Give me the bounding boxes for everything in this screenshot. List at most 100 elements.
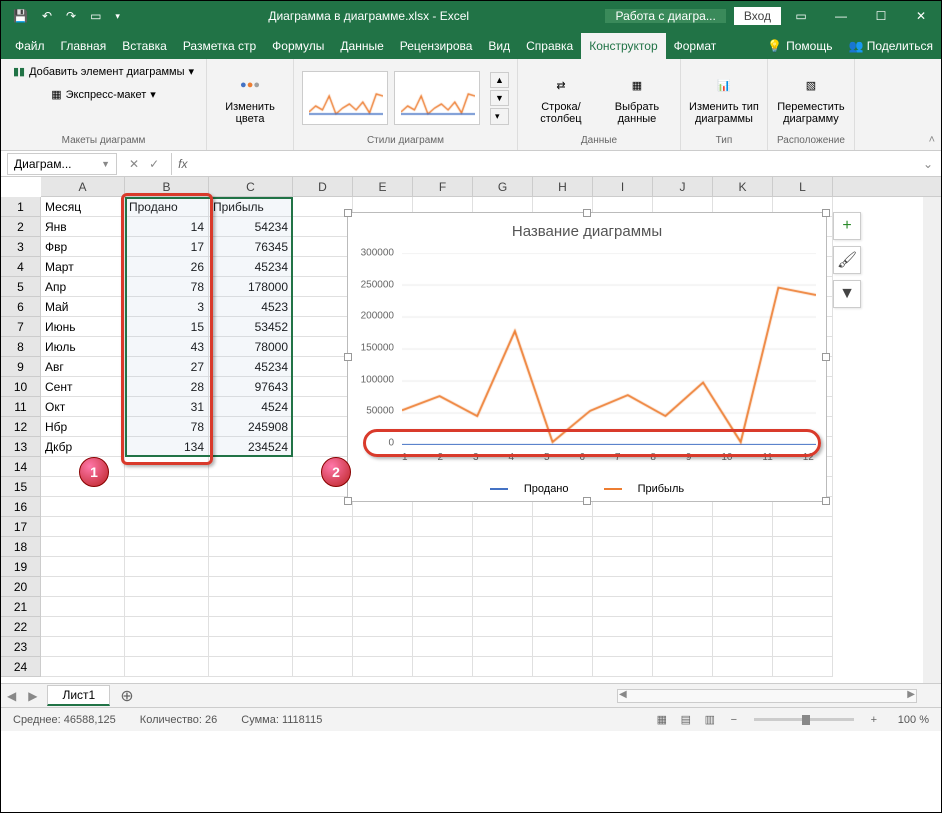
cell[interactable]: [473, 657, 533, 677]
cell[interactable]: [293, 597, 353, 617]
cell[interactable]: [41, 557, 125, 577]
cell[interactable]: 4524: [209, 397, 293, 417]
cell[interactable]: [653, 597, 713, 617]
cell[interactable]: [41, 657, 125, 677]
cell[interactable]: [473, 597, 533, 617]
cell[interactable]: 14: [125, 217, 209, 237]
cell[interactable]: 45234: [209, 257, 293, 277]
cell[interactable]: [533, 657, 593, 677]
cell[interactable]: Апр: [41, 277, 125, 297]
cell[interactable]: [125, 557, 209, 577]
row-header-1[interactable]: 1: [1, 197, 41, 217]
zoom-slider[interactable]: [754, 718, 854, 721]
cell[interactable]: [293, 617, 353, 637]
zoom-out-button[interactable]: −: [722, 714, 746, 726]
cell[interactable]: 17: [125, 237, 209, 257]
cell[interactable]: [125, 577, 209, 597]
cell[interactable]: [773, 557, 833, 577]
column-header-C[interactable]: C: [209, 177, 293, 196]
tab-help[interactable]: Справка: [518, 33, 581, 59]
collapse-ribbon-icon[interactable]: ˄: [929, 134, 935, 146]
cell[interactable]: 27: [125, 357, 209, 377]
cell[interactable]: 31: [125, 397, 209, 417]
vertical-scrollbar[interactable]: [923, 197, 941, 683]
cell[interactable]: [533, 517, 593, 537]
column-headers[interactable]: ABCDEFGHIJKL: [41, 177, 941, 197]
row-header-14[interactable]: 14: [1, 457, 41, 477]
cell[interactable]: [713, 557, 773, 577]
cell[interactable]: [473, 537, 533, 557]
worksheet-grid[interactable]: ABCDEFGHIJKL 123456789101112131415161718…: [1, 177, 941, 683]
cell[interactable]: 3: [125, 297, 209, 317]
cell[interactable]: [593, 577, 653, 597]
chart-style-2[interactable]: [394, 71, 480, 125]
cell[interactable]: 78: [125, 417, 209, 437]
cell[interactable]: [353, 517, 413, 537]
cell[interactable]: [209, 517, 293, 537]
cell[interactable]: Янв: [41, 217, 125, 237]
cell[interactable]: [293, 537, 353, 557]
touch-mode-icon[interactable]: ▭: [90, 9, 101, 23]
cell[interactable]: 245908: [209, 417, 293, 437]
cell[interactable]: [353, 577, 413, 597]
add-chart-element-button[interactable]: ▮▮Добавить элемент диаграммы ▾: [9, 63, 198, 80]
cell[interactable]: [293, 317, 353, 337]
cell[interactable]: [293, 557, 353, 577]
row-header-7[interactable]: 7: [1, 317, 41, 337]
column-header-E[interactable]: E: [353, 177, 413, 196]
cell[interactable]: [653, 557, 713, 577]
cell[interactable]: [353, 537, 413, 557]
cell[interactable]: 28: [125, 377, 209, 397]
styles-gallery-down[interactable]: ▼: [490, 90, 509, 106]
cell[interactable]: Фвр: [41, 237, 125, 257]
tab-insert[interactable]: Вставка: [114, 33, 175, 59]
share-button[interactable]: 👥 Поделиться: [840, 33, 941, 59]
cell[interactable]: [353, 637, 413, 657]
column-header-I[interactable]: I: [593, 177, 653, 196]
row-header-15[interactable]: 15: [1, 477, 41, 497]
tab-page-layout[interactable]: Разметка стр: [175, 33, 264, 59]
cell[interactable]: [473, 637, 533, 657]
cell[interactable]: [293, 657, 353, 677]
cell[interactable]: [41, 517, 125, 537]
cell[interactable]: Продано: [125, 197, 209, 217]
undo-icon[interactable]: ↶: [42, 9, 52, 23]
cell[interactable]: [293, 237, 353, 257]
cell[interactable]: [413, 537, 473, 557]
styles-gallery-more[interactable]: ▾: [490, 108, 509, 125]
cell[interactable]: [593, 637, 653, 657]
cell[interactable]: [413, 637, 473, 657]
chart-style-1[interactable]: [302, 71, 388, 125]
cell[interactable]: [773, 657, 833, 677]
cell[interactable]: [713, 657, 773, 677]
cell[interactable]: [293, 257, 353, 277]
cell[interactable]: Сент: [41, 377, 125, 397]
column-header-D[interactable]: D: [293, 177, 353, 196]
row-header-11[interactable]: 11: [1, 397, 41, 417]
select-data-button[interactable]: ▦Выбрать данные: [602, 65, 672, 131]
tell-me[interactable]: 💡Помощь: [759, 33, 840, 59]
cell[interactable]: [533, 577, 593, 597]
cell[interactable]: [533, 597, 593, 617]
cell[interactable]: [413, 557, 473, 577]
cell[interactable]: [713, 537, 773, 557]
switch-row-column-button[interactable]: ⇄Строка/ столбец: [526, 65, 596, 131]
cell[interactable]: [353, 597, 413, 617]
cell[interactable]: [473, 557, 533, 577]
styles-gallery-up[interactable]: ▲: [490, 72, 509, 88]
row-header-20[interactable]: 20: [1, 577, 41, 597]
cell[interactable]: [209, 577, 293, 597]
column-header-G[interactable]: G: [473, 177, 533, 196]
quick-layout-button[interactable]: ▦Экспресс-макет ▾: [47, 86, 160, 103]
row-header-6[interactable]: 6: [1, 297, 41, 317]
cell[interactable]: [125, 597, 209, 617]
resize-handle[interactable]: [344, 209, 352, 217]
cell[interactable]: Март: [41, 257, 125, 277]
view-page-layout-icon[interactable]: ▤: [674, 713, 698, 726]
cell[interactable]: [593, 557, 653, 577]
sheet-tab-1[interactable]: Лист1: [47, 685, 110, 706]
cell[interactable]: [209, 617, 293, 637]
cell[interactable]: [41, 537, 125, 557]
cell[interactable]: [41, 597, 125, 617]
formula-input[interactable]: [193, 153, 914, 175]
